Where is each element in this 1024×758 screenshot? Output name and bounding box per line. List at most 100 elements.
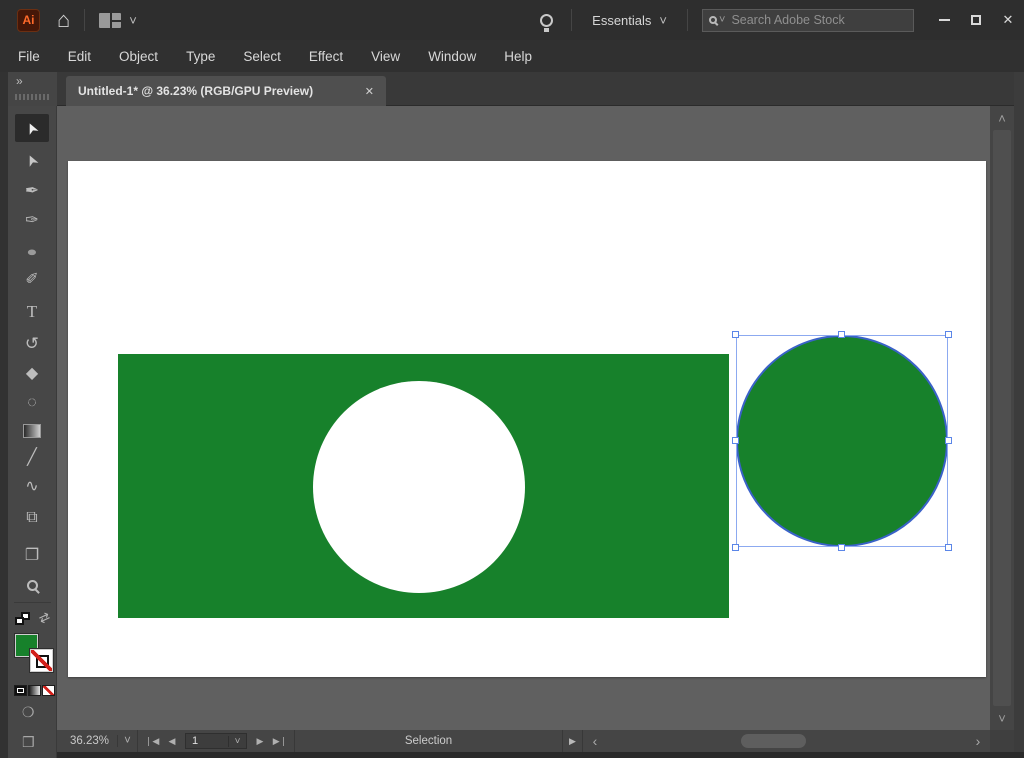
illustrator-app-icon[interactable]: Ai bbox=[17, 9, 40, 32]
document-tab[interactable]: Untitled-1* @ 36.23% (RGB/GPU Preview) ✕ bbox=[66, 76, 386, 106]
maximize-button[interactable] bbox=[960, 7, 992, 33]
type-tool-icon: T bbox=[27, 303, 37, 320]
artboard-number-field[interactable]: 1 ˅ bbox=[185, 733, 247, 749]
canvas-area[interactable] bbox=[57, 106, 990, 730]
rotate-tool-icon: ↺ bbox=[25, 335, 39, 352]
blend-tool[interactable]: ⧉ bbox=[15, 504, 49, 532]
gradient-tool[interactable] bbox=[15, 417, 49, 445]
ellipse-tool[interactable]: ● bbox=[15, 237, 49, 265]
menu-bar: File Edit Object Type Select Effect View… bbox=[0, 40, 1024, 72]
left-edge-strip bbox=[0, 72, 8, 758]
horizontal-scrollbar[interactable]: ‹ › bbox=[583, 730, 990, 752]
scroll-up-icon[interactable]: ˄ bbox=[990, 108, 1014, 128]
last-artboard-button[interactable]: ▶❘ bbox=[270, 736, 290, 747]
artboard-number-value: 1 bbox=[186, 735, 228, 747]
eraser-tool[interactable]: ◆ bbox=[15, 360, 49, 388]
artboard-chevron-icon[interactable]: ˅ bbox=[228, 736, 246, 747]
close-button[interactable]: ✕ bbox=[992, 7, 1024, 33]
previous-artboard-button[interactable]: ◀ bbox=[162, 736, 182, 747]
curvature-tool[interactable]: ✑ bbox=[15, 207, 49, 235]
selection-handle[interactable] bbox=[945, 437, 952, 444]
minimize-icon bbox=[939, 19, 950, 21]
selection-handle[interactable] bbox=[838, 331, 845, 338]
rotate-tool[interactable]: ↺ bbox=[15, 329, 49, 357]
paintbrush-tool-icon: ✐ bbox=[25, 272, 38, 288]
green-rectangle-shape[interactable] bbox=[118, 354, 729, 618]
horizontal-scroll-thumb[interactable] bbox=[741, 734, 806, 748]
eyedropper-tool-icon: ╱ bbox=[27, 450, 37, 466]
minimize-button[interactable] bbox=[928, 7, 960, 33]
none-button[interactable] bbox=[42, 685, 55, 696]
arrange-documents-chevron-icon[interactable]: ˅ bbox=[129, 14, 137, 27]
white-circle-shape[interactable] bbox=[313, 381, 525, 593]
type-tool[interactable]: T bbox=[15, 297, 49, 325]
menu-select[interactable]: Select bbox=[229, 40, 295, 72]
selection-bounding-box bbox=[736, 335, 948, 547]
zoom-chevron-icon[interactable]: ˅ bbox=[117, 735, 137, 747]
blend-tool-icon: ⧉ bbox=[26, 510, 37, 526]
arrange-documents-icon[interactable] bbox=[99, 13, 121, 28]
menu-file[interactable]: File bbox=[4, 40, 54, 72]
paintbrush-tool[interactable]: ✐ bbox=[15, 266, 49, 294]
eyedropper-tool[interactable]: ╱ bbox=[15, 444, 49, 472]
shape-builder-tool[interactable]: ◌ bbox=[15, 389, 49, 417]
home-icon[interactable]: ⌂ bbox=[57, 9, 70, 31]
gradient-button[interactable] bbox=[28, 685, 41, 696]
direct-selection-tool[interactable]: ➤ bbox=[15, 146, 49, 174]
toolbar-grip-handle[interactable] bbox=[15, 94, 50, 100]
puppet-warp-tool[interactable]: ∿ bbox=[15, 473, 49, 501]
default-fill-stroke-icon[interactable] bbox=[15, 612, 30, 625]
tab-close-icon[interactable]: ✕ bbox=[365, 85, 374, 98]
zoom-level-dropdown[interactable]: 36.23% ˅ bbox=[62, 730, 138, 752]
selection-handle[interactable] bbox=[732, 544, 739, 551]
toolbar-expand-icon[interactable]: » bbox=[16, 74, 24, 88]
menu-help[interactable]: Help bbox=[490, 40, 546, 72]
selection-handle[interactable] bbox=[838, 544, 845, 551]
toolbar-dock-header: » bbox=[8, 72, 57, 106]
menu-effect[interactable]: Effect bbox=[295, 40, 357, 72]
adobe-stock-search[interactable]: ˅ bbox=[702, 9, 914, 32]
artboard[interactable] bbox=[68, 161, 986, 677]
menu-type[interactable]: Type bbox=[172, 40, 229, 72]
selection-tool[interactable]: ➤ bbox=[15, 114, 49, 142]
status-menu-arrow-icon[interactable]: ▶ bbox=[563, 730, 583, 752]
workspace-switcher[interactable]: Essentials ˅ bbox=[592, 13, 667, 28]
vertical-scrollbar[interactable]: ˄ ˅ bbox=[990, 106, 1014, 730]
scroll-left-icon[interactable]: ‹ bbox=[583, 730, 607, 752]
scroll-down-icon[interactable]: ˅ bbox=[990, 708, 1014, 728]
puppet-warp-tool-icon: ∿ bbox=[25, 479, 38, 495]
selection-handle[interactable] bbox=[945, 544, 952, 551]
stroke-color-swatch[interactable] bbox=[30, 649, 53, 672]
menu-object[interactable]: Object bbox=[105, 40, 172, 72]
artboard-navigation: ❘◀ ◀ 1 ˅ ▶ ▶❘ bbox=[138, 730, 295, 752]
drawing-modes-icon[interactable]: ❍ bbox=[22, 704, 35, 721]
ideas-lightbulb-icon[interactable] bbox=[540, 14, 553, 27]
scroll-right-icon[interactable]: › bbox=[966, 730, 990, 752]
selection-handle[interactable] bbox=[732, 437, 739, 444]
swap-fill-stroke-icon[interactable]: ⇄ bbox=[36, 608, 53, 627]
status-bar: 36.23% ˅ ❘◀ ◀ 1 ˅ ▶ ▶❘ Selection ▶ ‹ › bbox=[57, 730, 990, 752]
artboard-tool[interactable]: ❐ bbox=[15, 542, 49, 570]
screen-mode-icon[interactable]: ❒ bbox=[22, 734, 35, 751]
selected-circle-group[interactable] bbox=[736, 335, 948, 547]
menu-window[interactable]: Window bbox=[414, 40, 490, 72]
vertical-scroll-thumb[interactable] bbox=[993, 130, 1011, 706]
menu-view[interactable]: View bbox=[357, 40, 414, 72]
next-artboard-button[interactable]: ▶ bbox=[250, 736, 270, 747]
selection-handle[interactable] bbox=[732, 331, 739, 338]
eraser-tool-icon: ◆ bbox=[26, 366, 38, 382]
first-artboard-button[interactable]: ❘◀ bbox=[142, 736, 162, 747]
color-button[interactable] bbox=[14, 685, 27, 696]
pen-tool[interactable]: ✒ bbox=[15, 176, 49, 204]
zoom-tool-icon bbox=[27, 580, 38, 591]
right-edge-strip bbox=[1014, 72, 1024, 752]
zoom-tool[interactable] bbox=[15, 571, 49, 599]
selection-handle[interactable] bbox=[945, 331, 952, 338]
status-text: Selection bbox=[405, 735, 452, 747]
document-tab-bar: Untitled-1* @ 36.23% (RGB/GPU Preview) ✕ bbox=[57, 72, 1014, 106]
menu-edit[interactable]: Edit bbox=[54, 40, 105, 72]
direct-selection-tool-icon: ➤ bbox=[23, 151, 42, 169]
workspace-label: Essentials bbox=[592, 13, 651, 28]
search-input[interactable] bbox=[729, 12, 889, 28]
bottom-edge-strip bbox=[57, 752, 1024, 758]
